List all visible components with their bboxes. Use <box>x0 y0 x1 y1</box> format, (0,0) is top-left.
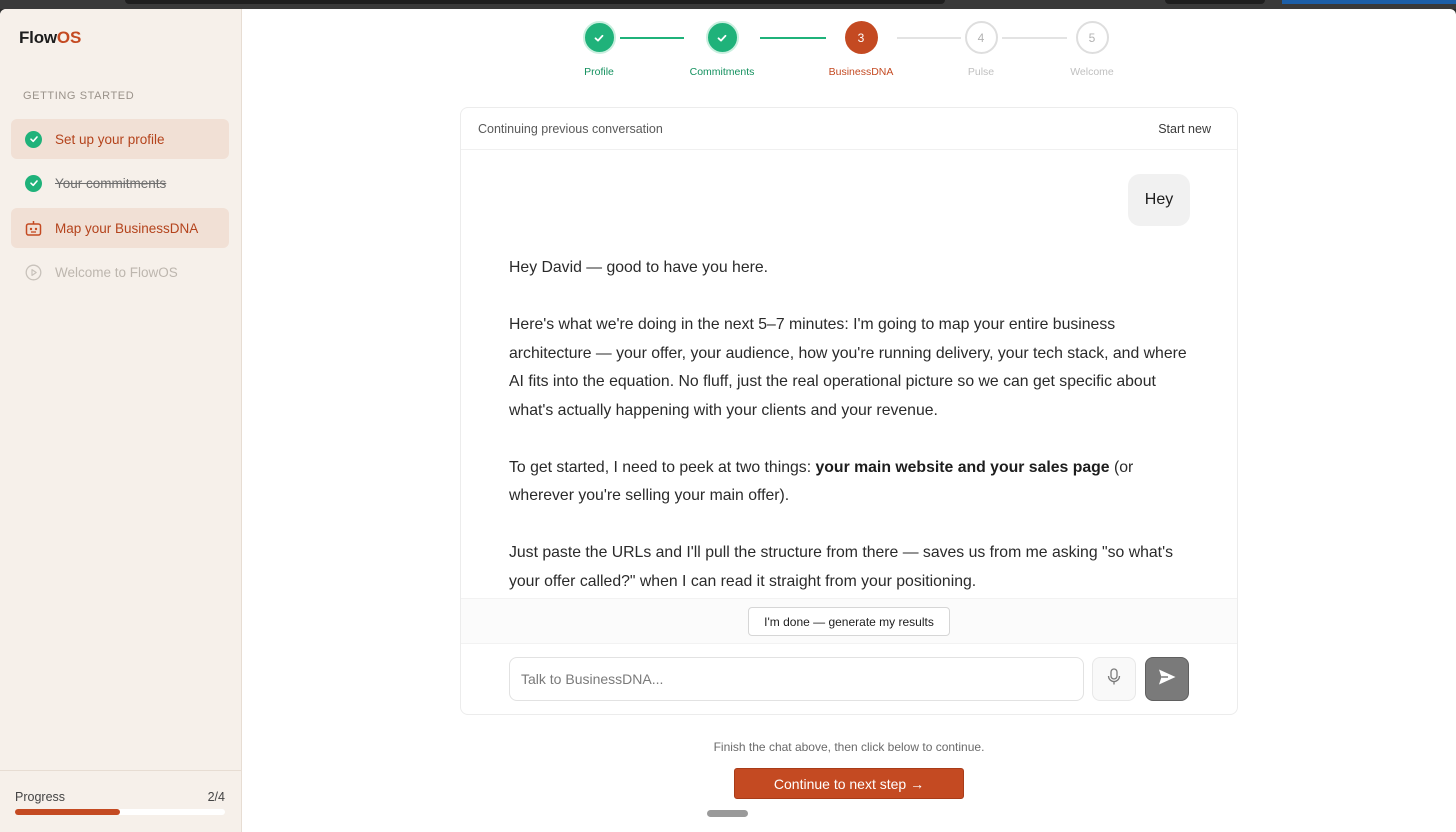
chat-input[interactable] <box>510 658 1083 700</box>
robot-icon <box>25 220 42 237</box>
continue-hint: Finish the chat above, then click below … <box>713 740 985 754</box>
chat-input-container <box>509 657 1084 701</box>
send-icon <box>1157 668 1177 691</box>
chat-card: Continuing previous conversation Start n… <box>460 107 1238 715</box>
message-paragraph: Hey David — good to have you here. <box>509 259 769 276</box>
message-paragraph: To get started, I need to peek at two th… <box>509 454 1199 511</box>
check-icon <box>705 21 739 54</box>
browser-control <box>1165 0 1265 4</box>
progress-count: 2/4 <box>207 790 225 804</box>
step-commitments[interactable]: Commitments <box>677 21 767 78</box>
sidebar-item-businessdna[interactable]: Map your BusinessDNA <box>11 208 229 248</box>
progress-bar <box>15 809 225 815</box>
user-message-bubble: Hey <box>1128 174 1190 226</box>
done-action-row: I'm done — generate my results <box>461 598 1237 644</box>
message-bold-text: your main website and your sales page <box>815 458 1110 476</box>
progress-section: Progress 2/4 <box>0 770 241 832</box>
sidebar-section-label: GETTING STARTED <box>23 90 135 102</box>
progress-bar-fill <box>15 809 120 815</box>
logo-suffix: OS <box>56 28 82 47</box>
message-paragraph: Here's what we're doing in the next 5–7 … <box>509 316 1187 419</box>
step-number: 4 <box>964 21 998 54</box>
step-number: 5 <box>1075 21 1109 54</box>
logo[interactable]: FlowOS <box>19 28 81 48</box>
generate-results-button[interactable]: I'm done — generate my results <box>748 607 950 636</box>
message-paragraph: Just paste the URLs and I'll pull the st… <box>509 544 1173 590</box>
browser-accent-bar <box>1282 0 1456 4</box>
microphone-icon <box>1106 667 1122 691</box>
progress-label: Progress <box>15 790 66 804</box>
step-pulse[interactable]: 4 Pulse <box>936 21 1026 78</box>
sidebar: FlowOS GETTING STARTED Set up your profi… <box>0 9 242 832</box>
sidebar-item-commitments[interactable]: Your commitments <box>11 163 229 203</box>
step-label: BusinessDNA <box>828 66 894 78</box>
assistant-message: Hey David — good to have you here. Here'… <box>509 254 1199 625</box>
send-button[interactable] <box>1145 657 1189 701</box>
onboarding-stepper: Profile Commitments 3 BusinessDNA 4 Puls… <box>560 21 1140 91</box>
step-profile[interactable]: Profile <box>554 21 644 78</box>
check-circle-icon <box>25 174 42 192</box>
check-circle-icon <box>25 130 42 148</box>
step-label: Commitments <box>689 66 755 78</box>
step-number: 3 <box>844 21 878 54</box>
continue-button[interactable]: Continue to next step → <box>734 768 964 799</box>
sidebar-item-label: Your commitments <box>55 175 167 191</box>
logo-prefix: Flow <box>19 28 57 47</box>
window-top-bar <box>0 0 1456 9</box>
scroll-handle[interactable] <box>707 810 748 817</box>
sidebar-item-label: Welcome to FlowOS <box>55 264 178 280</box>
start-new-button[interactable]: Start new <box>1158 122 1211 136</box>
browser-tab-strip <box>125 0 945 4</box>
microphone-button[interactable] <box>1092 657 1136 701</box>
sidebar-item-welcome[interactable]: Welcome to FlowOS <box>11 252 229 292</box>
step-label: Pulse <box>967 66 995 78</box>
chat-header: Continuing previous conversation Start n… <box>461 108 1237 150</box>
step-label: Profile <box>584 66 614 78</box>
sidebar-item-label: Map your BusinessDNA <box>55 220 199 236</box>
sidebar-item-label: Set up your profile <box>55 131 165 147</box>
message-text: To get started, I need to peek at two th… <box>509 458 816 476</box>
conversation-status: Continuing previous conversation <box>478 122 663 136</box>
step-label: Welcome <box>1070 66 1114 78</box>
sidebar-item-profile[interactable]: Set up your profile <box>11 119 229 159</box>
step-welcome[interactable]: 5 Welcome <box>1047 21 1137 78</box>
step-businessdna[interactable]: 3 BusinessDNA <box>816 21 906 78</box>
check-icon <box>582 21 616 54</box>
play-circle-icon <box>25 264 42 281</box>
app-window: FlowOS GETTING STARTED Set up your profi… <box>0 9 1456 832</box>
